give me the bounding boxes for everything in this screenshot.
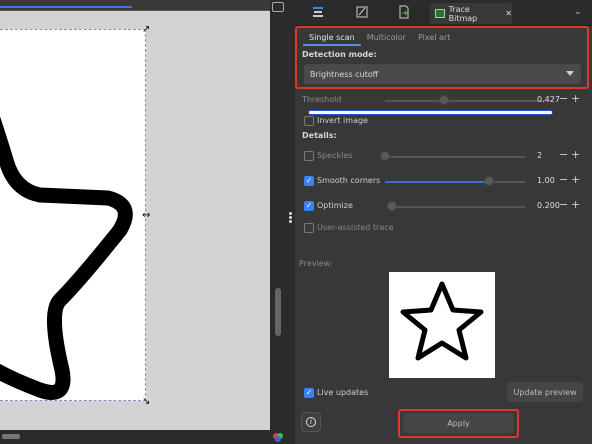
info-button[interactable]: i xyxy=(301,412,321,432)
smooth-corners-slider-knob[interactable] xyxy=(484,176,494,186)
smooth-corners-label: Smooth corners xyxy=(317,176,381,185)
trace-bitmap-icon xyxy=(435,9,445,18)
document-page[interactable] xyxy=(0,29,146,401)
resize-handle-top-right[interactable]: ↗ xyxy=(142,24,150,35)
apply-button[interactable]: Apply xyxy=(403,413,514,433)
resize-handle-right[interactable]: ↔ xyxy=(142,210,150,221)
optimize-decrement-button[interactable]: − xyxy=(559,198,568,211)
vertical-scroll-thumb[interactable] xyxy=(275,288,281,336)
trace-bitmap-dialog: Single scan Multicolor Pixel art Detecti… xyxy=(295,26,592,444)
update-preview-button[interactable]: Update preview xyxy=(507,382,583,402)
detection-mode-heading: Detection mode: xyxy=(302,50,377,59)
vertical-scrollbar[interactable] xyxy=(270,0,286,430)
tab-trace-bitmap[interactable]: Trace Bitmap ✕ xyxy=(430,3,512,24)
speckles-checkbox[interactable] xyxy=(304,151,314,161)
smooth-corners-increment-button[interactable]: + xyxy=(571,173,580,186)
details-heading: Details: xyxy=(302,131,337,140)
threshold-slider[interactable] xyxy=(385,100,545,102)
optimize-slider-knob[interactable] xyxy=(387,201,397,211)
dock-tab-bar: Trace Bitmap ✕ ⌄ xyxy=(295,0,592,26)
color-management-icon[interactable] xyxy=(272,432,284,442)
optimize-slider[interactable] xyxy=(387,206,525,208)
optimize-label: Optimize xyxy=(317,201,353,210)
star-drawing[interactable] xyxy=(0,30,146,402)
resize-handle-bottom-right[interactable]: ↘ xyxy=(142,396,150,407)
edit-path-icon[interactable] xyxy=(355,5,369,19)
chevron-down-icon[interactable]: ⌄ xyxy=(574,7,582,17)
threshold-value[interactable]: 0.427 xyxy=(537,95,560,104)
ruler-selection-indicator xyxy=(0,6,132,8)
invert-image-checkbox[interactable] xyxy=(304,116,314,126)
invert-image-label: Invert image xyxy=(317,116,368,125)
threshold-label: Threshold xyxy=(302,95,342,104)
tab-multicolor[interactable]: Multicolor xyxy=(361,31,412,46)
speckles-decrement-button[interactable]: − xyxy=(559,148,568,161)
panel-splitter[interactable] xyxy=(286,0,295,444)
threshold-decrement-button[interactable]: − xyxy=(559,92,568,105)
dropdown-arrow-icon xyxy=(566,71,574,76)
speckles-value[interactable]: 2 xyxy=(537,151,542,160)
star-preview-icon xyxy=(400,281,484,361)
splitter-grip-icon[interactable] xyxy=(289,212,292,224)
user-assisted-label: User-assisted trace xyxy=(317,223,394,232)
horizontal-ruler xyxy=(0,0,270,11)
dock-panel: Trace Bitmap ✕ ⌄ Single scan Multicolor … xyxy=(295,0,592,444)
user-assisted-checkbox[interactable] xyxy=(304,223,314,233)
speckles-label: Speckles xyxy=(317,151,353,160)
optimize-increment-button[interactable]: + xyxy=(571,198,580,211)
align-icon[interactable] xyxy=(311,5,325,19)
optimize-value[interactable]: 0.200 xyxy=(537,201,560,210)
close-icon[interactable]: ✕ xyxy=(505,9,512,18)
mode-tabs: Single scan Multicolor Pixel art xyxy=(303,31,456,46)
info-icon: i xyxy=(306,417,316,427)
preview-image xyxy=(389,272,495,378)
horizontal-scrollbar[interactable] xyxy=(0,430,286,444)
display-icon[interactable] xyxy=(272,2,284,12)
detection-mode-select[interactable]: Brightness cutoff xyxy=(304,64,581,84)
smooth-corners-slider-fill xyxy=(385,181,489,183)
smooth-corners-value[interactable]: 1.00 xyxy=(537,176,555,185)
speckles-slider[interactable] xyxy=(383,156,525,158)
tab-trace-bitmap-label: Trace Bitmap xyxy=(448,4,478,23)
tab-pixel-art[interactable]: Pixel art xyxy=(412,31,456,46)
export-icon[interactable] xyxy=(397,5,411,19)
speckles-slider-knob[interactable] xyxy=(380,151,390,161)
smooth-corners-checkbox[interactable]: ✓ xyxy=(304,176,314,186)
canvas-area[interactable]: ↗ ↔ ↘ xyxy=(0,0,286,444)
horizontal-scroll-thumb[interactable] xyxy=(2,434,20,439)
optimize-checkbox[interactable]: ✓ xyxy=(304,201,314,211)
preview-label: Preview: xyxy=(299,259,333,268)
detection-mode-value: Brightness cutoff xyxy=(310,69,379,79)
threshold-highlight-bar xyxy=(308,110,553,115)
live-updates-label: Live updates xyxy=(317,388,369,397)
speckles-increment-button[interactable]: + xyxy=(571,148,580,161)
threshold-slider-knob[interactable] xyxy=(439,95,449,105)
live-updates-checkbox[interactable]: ✓ xyxy=(304,388,314,398)
smooth-corners-decrement-button[interactable]: − xyxy=(559,173,568,186)
tab-single-scan[interactable]: Single scan xyxy=(303,31,361,46)
threshold-increment-button[interactable]: + xyxy=(571,92,580,105)
